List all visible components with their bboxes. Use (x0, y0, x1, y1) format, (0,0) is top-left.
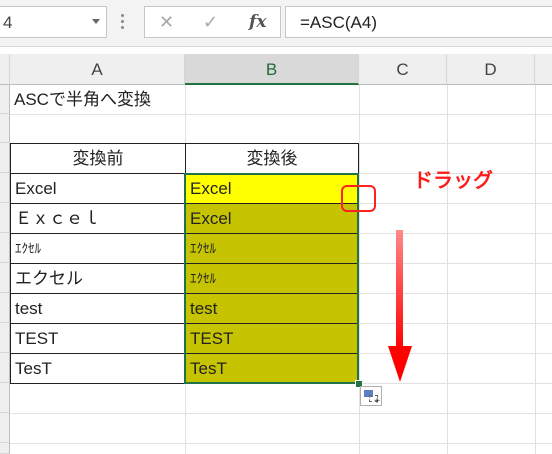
cell-b3[interactable]: 変換後 (185, 143, 359, 174)
cell-b4[interactable]: Excel (185, 173, 359, 204)
row-header[interactable] (0, 114, 10, 143)
drag-handle-icon[interactable] (121, 14, 124, 30)
row-header[interactable] (0, 413, 10, 443)
plus-icon: + (374, 396, 380, 407)
formula-text: =ASC(A4) (300, 13, 377, 32)
cell-b8[interactable]: test (185, 293, 359, 324)
row-header[interactable] (0, 443, 10, 454)
row-header[interactable] (0, 353, 10, 383)
chevron-down-icon[interactable] (92, 19, 100, 24)
auto-fill-options-button[interactable]: + (360, 386, 382, 407)
formula-bar: 4 ✕ ✓ fx =ASC(A4) (0, 0, 552, 47)
cancel-icon[interactable]: ✕ (159, 12, 174, 33)
insert-function-button[interactable]: fx (249, 12, 266, 32)
grid-line (447, 85, 448, 454)
formula-buttons: ✕ ✓ fx (144, 6, 281, 38)
cell-a1[interactable]: ASCで半角へ変換 (10, 85, 185, 114)
cell-b5[interactable]: Excel (185, 203, 359, 234)
cell-a10[interactable]: TesT (10, 353, 186, 384)
row-header[interactable] (0, 143, 10, 173)
cell-a9[interactable]: TEST (10, 323, 186, 354)
column-header-c[interactable]: C (359, 54, 447, 85)
cell-b7[interactable]: ｴｸｾﾙ (185, 263, 359, 294)
cell-b9[interactable]: TEST (185, 323, 359, 354)
cell-b6[interactable]: ｴｸｾﾙ (185, 233, 359, 264)
down-arrow-icon (396, 230, 403, 350)
name-box-value: 4 (3, 13, 13, 32)
fill-handle-highlight (341, 185, 376, 212)
cell-a8[interactable]: test (10, 293, 186, 324)
check-icon[interactable]: ✓ (203, 12, 218, 33)
cell-a3[interactable]: 変換前 (10, 143, 186, 174)
cell-a4[interactable]: Excel (10, 173, 186, 204)
row-header[interactable] (0, 173, 10, 203)
column-header-b[interactable]: B (185, 54, 359, 85)
column-header-a[interactable]: A (10, 54, 185, 85)
grid-line (10, 443, 552, 444)
row-header[interactable] (0, 203, 10, 233)
select-all-corner[interactable] (0, 54, 10, 85)
column-header-e[interactable] (535, 54, 552, 85)
row-header[interactable] (0, 383, 10, 413)
row-header[interactable] (0, 293, 10, 323)
down-arrow-head-icon (388, 346, 412, 382)
cell-a6[interactable]: ｴｸｾﾙ (10, 233, 186, 264)
column-header-d[interactable]: D (447, 54, 535, 85)
grid-line (10, 413, 552, 414)
grid-line (535, 85, 536, 454)
row-header[interactable] (0, 233, 10, 263)
formula-input[interactable]: =ASC(A4) (285, 6, 552, 38)
drag-annotation: ドラッグ (413, 170, 493, 192)
row-header[interactable] (0, 85, 10, 114)
row-header[interactable] (0, 263, 10, 293)
cell-a5[interactable]: Ｅｘｃｅｌ (10, 203, 186, 234)
row-header[interactable] (0, 323, 10, 353)
name-box[interactable]: 4 (0, 6, 107, 38)
cell-a7[interactable]: エクセル (10, 263, 186, 294)
grid-line (10, 114, 552, 115)
cell-b10[interactable]: TesT (185, 353, 359, 384)
